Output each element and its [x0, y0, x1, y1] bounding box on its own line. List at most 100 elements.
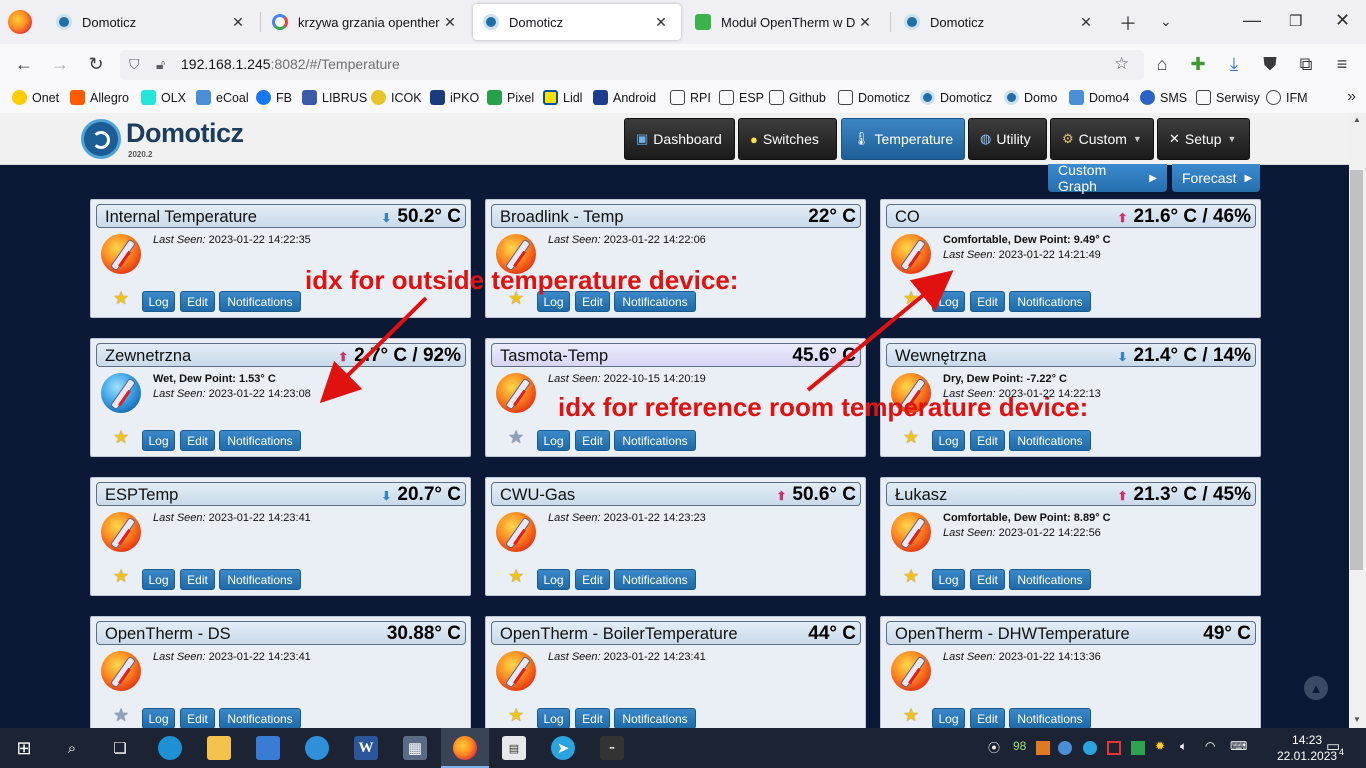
- log-button[interactable]: Log: [142, 708, 175, 728]
- bookmark-folder[interactable]: ESP: [719, 90, 764, 105]
- favorite-star-icon[interactable]: ★: [113, 567, 129, 585]
- thermometer-icon[interactable]: [891, 651, 931, 691]
- window-close-icon[interactable]: ✕: [1335, 10, 1350, 31]
- domoticz-logo-icon[interactable]: [81, 119, 121, 159]
- favorite-star-icon[interactable]: ★: [903, 428, 919, 446]
- log-button[interactable]: Log: [537, 569, 570, 590]
- extension-icon[interactable]: ✚: [1186, 54, 1210, 75]
- bookmark-item[interactable]: Domo: [1004, 90, 1057, 105]
- favorite-star-icon[interactable]: ★: [113, 706, 129, 724]
- url-bar[interactable]: ⛉ 🔓︎ 192.168.1.245:8082/#/Temperature ☆: [120, 50, 1144, 80]
- edit-button[interactable]: Edit: [970, 569, 1005, 590]
- log-button[interactable]: Log: [142, 569, 175, 590]
- notifications-button[interactable]: Notifications: [1009, 708, 1091, 728]
- log-button[interactable]: Log: [932, 569, 965, 590]
- notifications-button[interactable]: Notifications: [1009, 430, 1091, 451]
- log-button[interactable]: Log: [932, 708, 965, 728]
- home-icon[interactable]: ⌂: [1150, 54, 1174, 75]
- back-icon[interactable]: ←: [12, 54, 36, 75]
- tab-3-active[interactable]: Domoticz ✕: [473, 4, 681, 40]
- menu-temperature-button[interactable]: 🌡︎ Temperature: [841, 118, 965, 160]
- log-button[interactable]: Log: [537, 430, 570, 451]
- bookmark-item[interactable]: Domo4: [1069, 90, 1129, 105]
- edit-button[interactable]: Edit: [970, 708, 1005, 728]
- thermometer-icon[interactable]: [891, 512, 931, 552]
- notifications-button[interactable]: Notifications: [219, 430, 301, 451]
- tray-app-icon[interactable]: [1058, 741, 1072, 755]
- insecure-lock-icon[interactable]: 🔓︎: [156, 56, 165, 73]
- tab-list-chevron-icon[interactable]: ⌄: [1160, 13, 1172, 30]
- edit-button[interactable]: Edit: [575, 430, 610, 451]
- notifications-button[interactable]: Notifications: [1009, 291, 1091, 312]
- store-icon[interactable]: [256, 736, 280, 760]
- search-icon[interactable]: ⌕: [60, 736, 84, 760]
- bookmark-folder[interactable]: Serwisy: [1196, 90, 1260, 105]
- close-tab-icon[interactable]: ✕: [228, 14, 248, 31]
- thermometer-icon[interactable]: [101, 373, 141, 413]
- bookmark-star-icon[interactable]: ☆: [1114, 54, 1129, 74]
- edit-button[interactable]: Edit: [180, 569, 215, 590]
- more-bookmarks-chevron-icon[interactable]: »: [1347, 88, 1356, 106]
- bookmark-item[interactable]: iPKO: [430, 90, 479, 105]
- bookmark-folder[interactable]: Github: [769, 90, 826, 105]
- extensions-puzzle-icon[interactable]: ⧉: [1294, 54, 1318, 75]
- favorite-star-icon[interactable]: ★: [508, 706, 524, 724]
- menu-custom-button[interactable]: ⚙ Custom ▼: [1050, 118, 1154, 160]
- downloads-icon[interactable]: ⤓: [1222, 54, 1246, 75]
- file-explorer-icon[interactable]: [207, 736, 231, 760]
- scroll-down-arrow-icon[interactable]: ▼: [1353, 715, 1361, 724]
- minimize-icon[interactable]: —: [1243, 10, 1261, 31]
- thermometer-icon[interactable]: [101, 651, 141, 691]
- firefox-taskbar-icon[interactable]: [453, 736, 477, 760]
- edit-button[interactable]: Edit: [575, 708, 610, 728]
- volume-icon[interactable]: 🔈︎: [1180, 739, 1187, 754]
- page-scrollbar[interactable]: ▲ ▼: [1349, 113, 1366, 728]
- bookmark-folder[interactable]: Domoticz: [838, 90, 910, 105]
- close-tab-icon[interactable]: ✕: [1076, 14, 1096, 31]
- forward-icon[interactable]: →: [48, 54, 72, 75]
- scroll-up-arrow-icon[interactable]: ▲: [1353, 115, 1361, 124]
- windows-start-icon[interactable]: ⊞: [12, 736, 36, 760]
- menu-switches-button[interactable]: ● Switches: [738, 118, 837, 160]
- bookmark-folder[interactable]: RPI: [670, 90, 711, 105]
- log-button[interactable]: Log: [537, 708, 570, 728]
- bookmark-item[interactable]: IFM: [1266, 90, 1308, 105]
- bookmark-item[interactable]: Allegro: [70, 90, 129, 105]
- edit-button[interactable]: Edit: [970, 291, 1005, 312]
- telegram-icon[interactable]: ➤: [551, 736, 575, 760]
- forecast-button[interactable]: Forecast ▶: [1172, 164, 1260, 192]
- tray-app-icon[interactable]: [1107, 741, 1121, 755]
- bookmark-item[interactable]: Domoticz: [920, 90, 992, 105]
- notifications-button[interactable]: Notifications: [614, 430, 696, 451]
- bookmark-item[interactable]: FB: [256, 90, 292, 105]
- notifications-button[interactable]: Notifications: [219, 708, 301, 728]
- edit-button[interactable]: Edit: [180, 291, 215, 312]
- favorite-star-icon[interactable]: ★: [113, 428, 129, 446]
- scroll-to-top-icon[interactable]: ▲: [1304, 676, 1328, 700]
- privacy-badger-icon[interactable]: ⛊: [1258, 54, 1282, 75]
- keyboard-icon[interactable]: ⌨: [1230, 739, 1247, 753]
- log-button[interactable]: Log: [142, 430, 175, 451]
- reload-icon[interactable]: ↻: [84, 54, 108, 75]
- edit-button[interactable]: Edit: [970, 430, 1005, 451]
- thunderbird-icon[interactable]: [305, 736, 329, 760]
- tray-defender-icon[interactable]: [1131, 741, 1145, 755]
- url-text[interactable]: 192.168.1.245:8082/#/Temperature: [181, 56, 400, 72]
- thermometer-icon[interactable]: [101, 234, 141, 274]
- menu-dashboard-button[interactable]: ▣ Dashboard: [624, 118, 735, 160]
- edit-button[interactable]: Edit: [180, 708, 215, 728]
- bookmark-item[interactable]: Android: [593, 90, 656, 105]
- bookmark-item[interactable]: OLX: [141, 90, 186, 105]
- tab-4[interactable]: Moduł OpenTherm w Domoti ✕: [685, 4, 885, 40]
- thermometer-icon[interactable]: [496, 512, 536, 552]
- bookmark-item[interactable]: LIBRUS: [302, 90, 367, 105]
- tray-icon[interactable]: ⦿: [988, 739, 1000, 756]
- menu-utility-button[interactable]: ◍ Utility: [968, 118, 1047, 160]
- tab-1[interactable]: Domoticz ✕: [46, 4, 258, 40]
- notifications-button[interactable]: Notifications: [219, 569, 301, 590]
- network-icon[interactable]: ◠: [1205, 739, 1215, 753]
- tray-app-icon[interactable]: [1036, 741, 1050, 755]
- notifications-button[interactable]: Notifications: [219, 291, 301, 312]
- log-button[interactable]: Log: [142, 291, 175, 312]
- firefox-icon[interactable]: [8, 10, 32, 34]
